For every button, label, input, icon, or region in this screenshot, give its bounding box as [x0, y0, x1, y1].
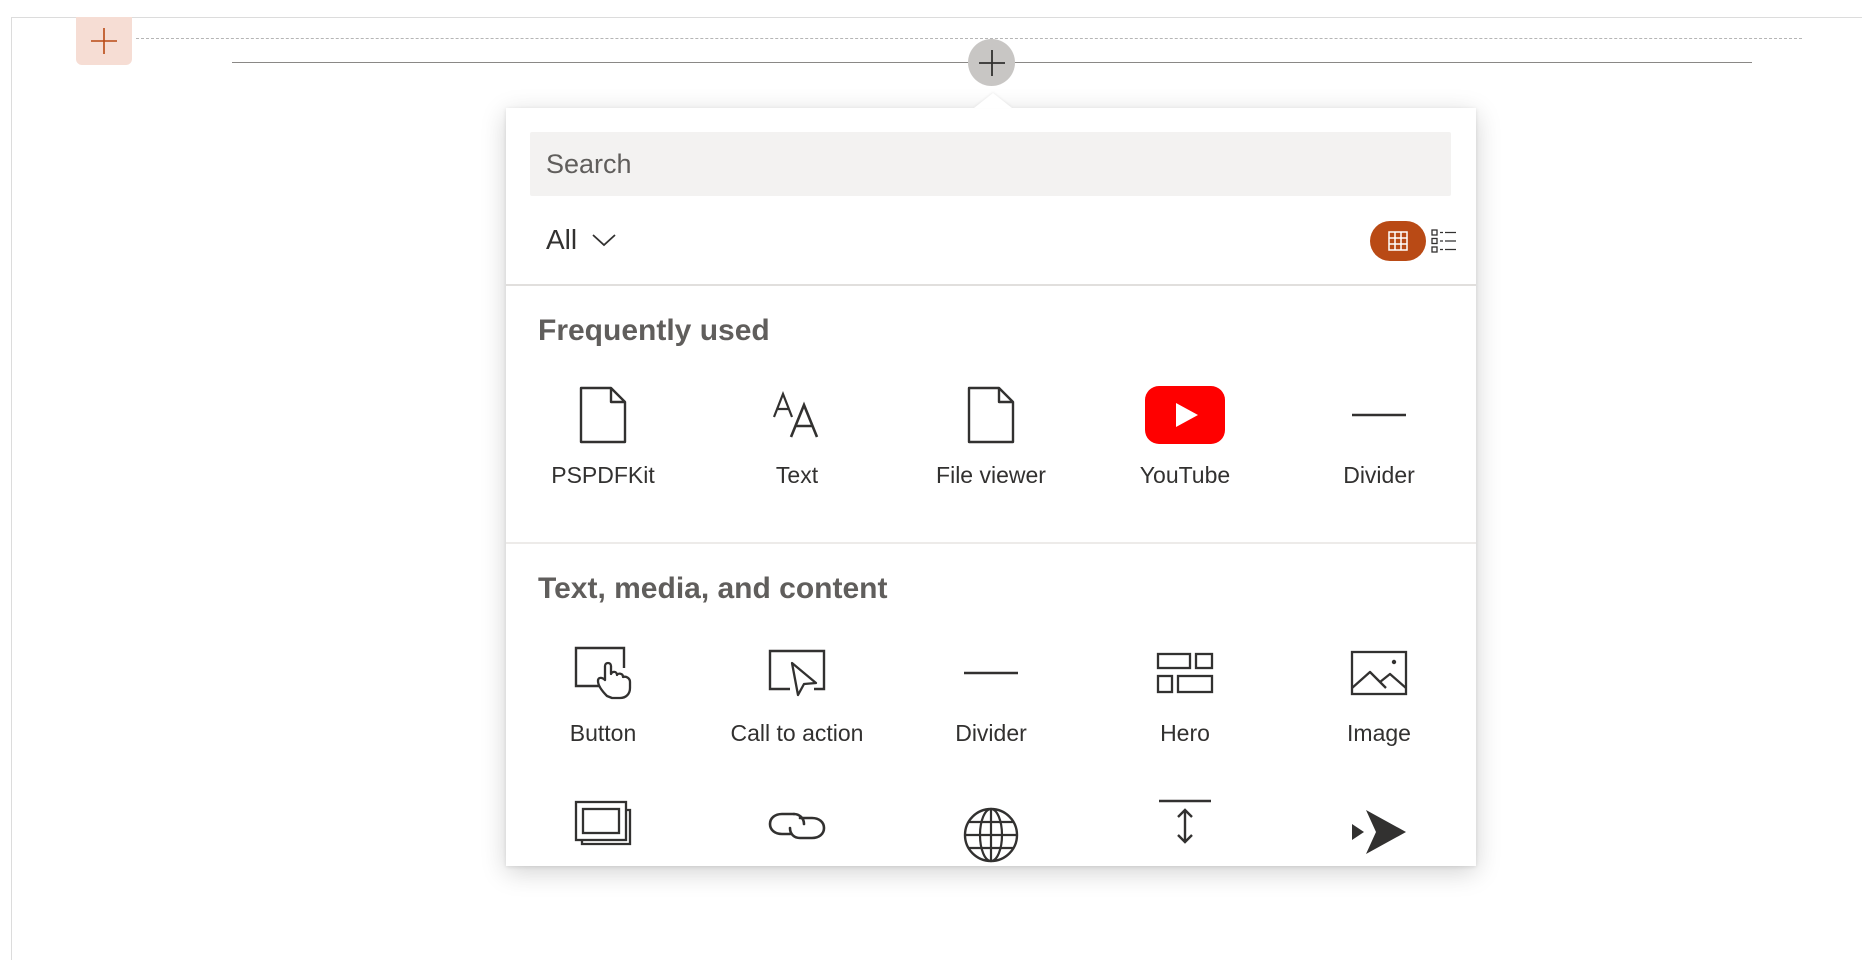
webpart-image-gallery[interactable] — [506, 798, 700, 866]
divider-icon — [1352, 413, 1406, 417]
section-boundary-line — [136, 38, 1802, 39]
webpart-call-to-action[interactable]: Call to action — [700, 628, 894, 778]
globe-icon — [963, 807, 1019, 863]
chevron-down-icon — [592, 234, 616, 247]
plus-icon — [91, 28, 117, 54]
text-icon — [772, 391, 819, 438]
toolbox-header: All — [506, 108, 1476, 286]
filter-dropdown[interactable]: All — [546, 220, 617, 260]
webpart-pspdfkit[interactable]: PSPDFKit — [506, 370, 700, 520]
list-view-button[interactable] — [1430, 227, 1458, 255]
youtube-icon — [1145, 386, 1225, 444]
webpart-button[interactable]: Button — [506, 628, 700, 778]
webpart-file-viewer[interactable]: File viewer — [894, 370, 1088, 520]
stream-icon — [1352, 810, 1406, 854]
toolbox-body: Frequently used PSPDFKit Text File viewe… — [506, 286, 1476, 866]
section-separator — [506, 542, 1476, 544]
document-icon — [967, 386, 1015, 444]
call-to-action-icon — [768, 649, 826, 697]
list-view-icon — [1431, 229, 1456, 253]
hero-icon — [1156, 652, 1214, 694]
webpart-stream[interactable] — [1282, 798, 1476, 866]
section-title-frequently-used: Frequently used — [538, 314, 770, 347]
grid-view-button[interactable] — [1370, 221, 1426, 261]
add-section-button[interactable] — [76, 17, 132, 65]
add-webpart-button[interactable] — [968, 39, 1015, 86]
webpart-link[interactable] — [700, 798, 894, 866]
section-title-text-media-content: Text, media, and content — [538, 572, 888, 605]
webpart-spacer[interactable] — [1088, 798, 1282, 866]
webpart-embed[interactable] — [894, 798, 1088, 866]
image-gallery-icon — [574, 800, 632, 846]
webpart-toolbox: All Frequently used — [506, 108, 1476, 866]
webpart-divider-2[interactable]: Divider — [894, 628, 1088, 778]
button-icon — [574, 646, 632, 700]
webpart-image[interactable]: Image — [1282, 628, 1476, 778]
text-media-content-grid: Button Call to action Divider Hero Image — [506, 628, 1476, 778]
filter-label: All — [546, 224, 578, 255]
link-icon — [768, 812, 826, 840]
document-icon — [579, 386, 627, 444]
frequently-used-grid: PSPDFKit Text File viewer YouTube Divide… — [506, 370, 1476, 520]
partial-row-grid — [506, 798, 1476, 866]
grid-view-icon — [1388, 231, 1408, 251]
webpart-hero[interactable]: Hero — [1088, 628, 1282, 778]
search-input[interactable] — [530, 132, 1451, 196]
webpart-text[interactable]: Text — [700, 370, 894, 520]
webpart-youtube[interactable]: YouTube — [1088, 370, 1282, 520]
spacer-icon — [1159, 799, 1211, 844]
image-icon — [1350, 650, 1408, 696]
toolbox-pointer — [974, 93, 1012, 108]
divider-icon — [964, 671, 1018, 675]
plus-icon — [978, 49, 1005, 76]
webpart-divider[interactable]: Divider — [1282, 370, 1476, 520]
